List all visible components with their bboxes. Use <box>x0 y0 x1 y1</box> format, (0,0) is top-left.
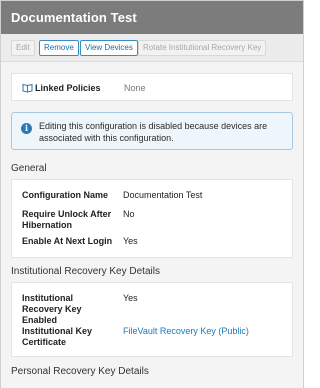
remove-button[interactable]: Remove <box>39 40 79 56</box>
require-unlock-label: Require Unlock After Hibernation <box>22 209 112 230</box>
general-details-card: Configuration Name Documentation Test Re… <box>11 179 293 258</box>
section-title-institutional: Institutional Recovery Key Details <box>11 266 160 277</box>
page-title: Documentation Test <box>11 10 137 25</box>
configuration-name-label: Configuration Name <box>22 190 109 200</box>
institutional-key-certificate-label: Institutional Key Certificate <box>22 326 93 347</box>
enable-next-login-label: Enable At Next Login <box>22 236 113 246</box>
info-message-text: Editing this configuration is disabled b… <box>39 121 268 143</box>
panel-header: Documentation Test <box>1 1 303 34</box>
linked-policies-label[interactable]: Linked Policies <box>35 83 101 93</box>
edit-button[interactable]: Edit <box>11 40 35 56</box>
info-message: i Editing this configuration is disabled… <box>11 112 293 150</box>
institutional-key-certificate-link[interactable]: FileVault Recovery Key (Public) <box>123 326 249 337</box>
linked-policies-row: Linked Policies None <box>11 73 293 101</box>
info-icon: i <box>21 123 32 134</box>
linked-policies-value: None <box>124 83 146 93</box>
enable-next-login-value: Yes <box>123 236 138 246</box>
view-devices-button[interactable]: View Devices <box>80 40 138 56</box>
section-title-personal: Personal Recovery Key Details <box>11 366 149 377</box>
institutional-key-enabled-value: Yes <box>123 293 138 303</box>
section-title-general: General <box>11 163 47 174</box>
toolbar: Edit Remove View Devices Rotate Institut… <box>1 34 303 62</box>
configuration-panel: Documentation Test Edit Remove View Devi… <box>0 0 304 388</box>
institutional-details-card: Institutional Recovery Key Enabled Yes I… <box>11 282 293 357</box>
book-icon <box>22 83 33 93</box>
institutional-key-enabled-label: Institutional Recovery Key Enabled <box>22 293 82 325</box>
require-unlock-value: No <box>123 209 135 219</box>
configuration-name-value: Documentation Test <box>123 190 203 200</box>
details-content: Linked Policies None i Editing this conf… <box>1 62 303 388</box>
rotate-recovery-key-button[interactable]: Rotate Institutional Recovery Key <box>138 40 267 56</box>
